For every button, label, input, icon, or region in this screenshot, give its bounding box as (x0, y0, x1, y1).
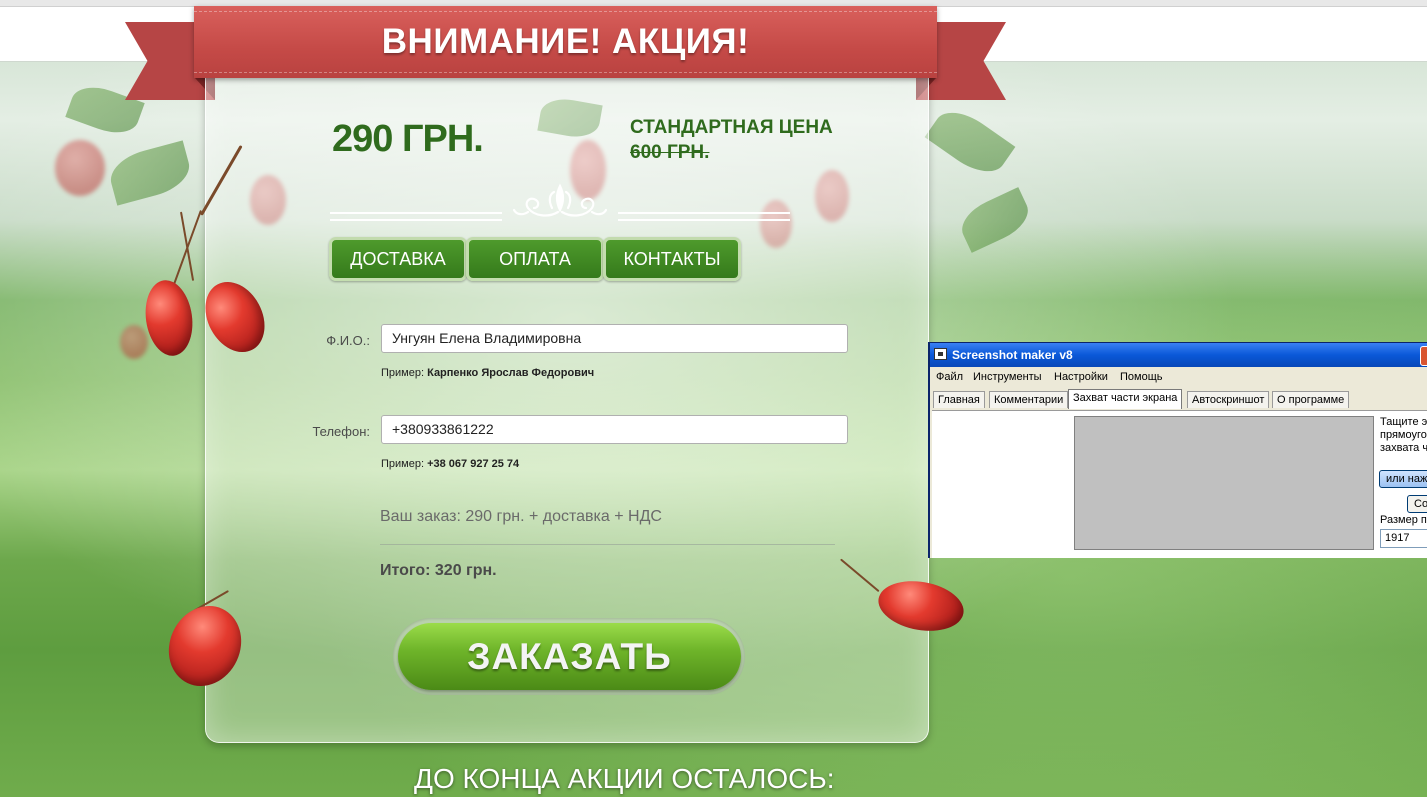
size-label: Размер по (1380, 514, 1427, 526)
tab-comments[interactable]: Комментарии (989, 391, 1069, 408)
tab-bar: Главная Комментарии Захват части экрана … (930, 389, 1427, 411)
phone-hint-example: +38 067 927 25 74 (427, 458, 520, 470)
standard-price-old: 600 ГРН. (630, 142, 710, 163)
app-icon (934, 348, 947, 360)
name-field-label: Ф.И.О.: (326, 333, 370, 348)
menu-help[interactable]: Помощь (1120, 371, 1163, 383)
press-key-button[interactable]: или наж (1379, 470, 1427, 488)
size-stepper[interactable]: 1917 (1380, 529, 1427, 548)
screenshot-maker-window[interactable]: Screenshot maker v8 Файл Инструменты Нас… (928, 342, 1427, 558)
standard-price-label: СТАНДАРТНАЯ ЦЕНА (630, 117, 833, 138)
menu-bar: Файл Инструменты Настройки Помощь (930, 368, 1427, 387)
tab-autoscreenshot[interactable]: Автоскриншот (1187, 391, 1270, 408)
name-input[interactable]: Унгуян Елена Владимировна (381, 324, 848, 353)
capture-preview[interactable] (1074, 416, 1374, 550)
order-total: Итого: 320 грн. (380, 562, 497, 579)
menu-file[interactable]: Файл (936, 371, 963, 383)
promo-ribbon: ВНИМАНИЕ! АКЦИЯ! (194, 6, 937, 78)
ornament-icon (512, 183, 608, 217)
name-hint: Пример: Карпенко Ярослав Федорович (381, 367, 594, 379)
menu-tools[interactable]: Инструменты (973, 371, 1042, 383)
nav-payment-button[interactable]: ОПЛАТА (466, 237, 604, 281)
countdown-label: ДО КОНЦА АКЦИИ ОСТАЛОСЬ: (414, 763, 835, 794)
instruction-line-2: прямоуго (1380, 429, 1427, 441)
instruction-line-1: Тащите э (1380, 416, 1427, 428)
name-hint-prefix: Пример: (381, 367, 425, 379)
summary-divider (380, 544, 835, 545)
menu-settings[interactable]: Настройки (1054, 371, 1108, 383)
nav-contacts-button[interactable]: КОНТАКТЫ (603, 237, 741, 281)
phone-field-label: Телефон: (312, 424, 370, 439)
blurred-berry (120, 325, 148, 359)
phone-input[interactable]: +380933861222 (381, 415, 848, 444)
tab-panel: Тащите э прямоуго захвата ч или наж Сох … (932, 410, 1427, 558)
tab-about[interactable]: О программе (1272, 391, 1350, 408)
save-button[interactable]: Сох (1407, 495, 1427, 513)
window-title: Screenshot maker v8 (952, 348, 1073, 362)
phone-hint-prefix: Пример: (381, 458, 425, 470)
window-titlebar[interactable]: Screenshot maker v8 (930, 343, 1427, 367)
divider-right (618, 212, 790, 221)
tab-region-capture[interactable]: Захват части экрана (1068, 389, 1183, 409)
close-icon[interactable] (1420, 346, 1427, 366)
blurred-berry (55, 140, 105, 196)
name-hint-example: Карпенко Ярослав Федорович (427, 367, 595, 379)
phone-hint: Пример: +38 067 927 25 74 (381, 458, 519, 470)
divider-left (330, 212, 502, 221)
submit-order-button[interactable]: ЗАКАЗАТЬ (398, 623, 741, 690)
tab-main[interactable]: Главная (933, 391, 985, 408)
instruction-line-3: захвата ч (1380, 442, 1427, 454)
order-summary: Ваш заказ: 290 грн. + доставка + НДС (380, 508, 662, 525)
promo-price: 290 ГРН. (332, 118, 484, 160)
promo-title: ВНИМАНИЕ! АКЦИЯ! (381, 22, 750, 61)
nav-delivery-button[interactable]: ДОСТАВКА (329, 237, 467, 281)
